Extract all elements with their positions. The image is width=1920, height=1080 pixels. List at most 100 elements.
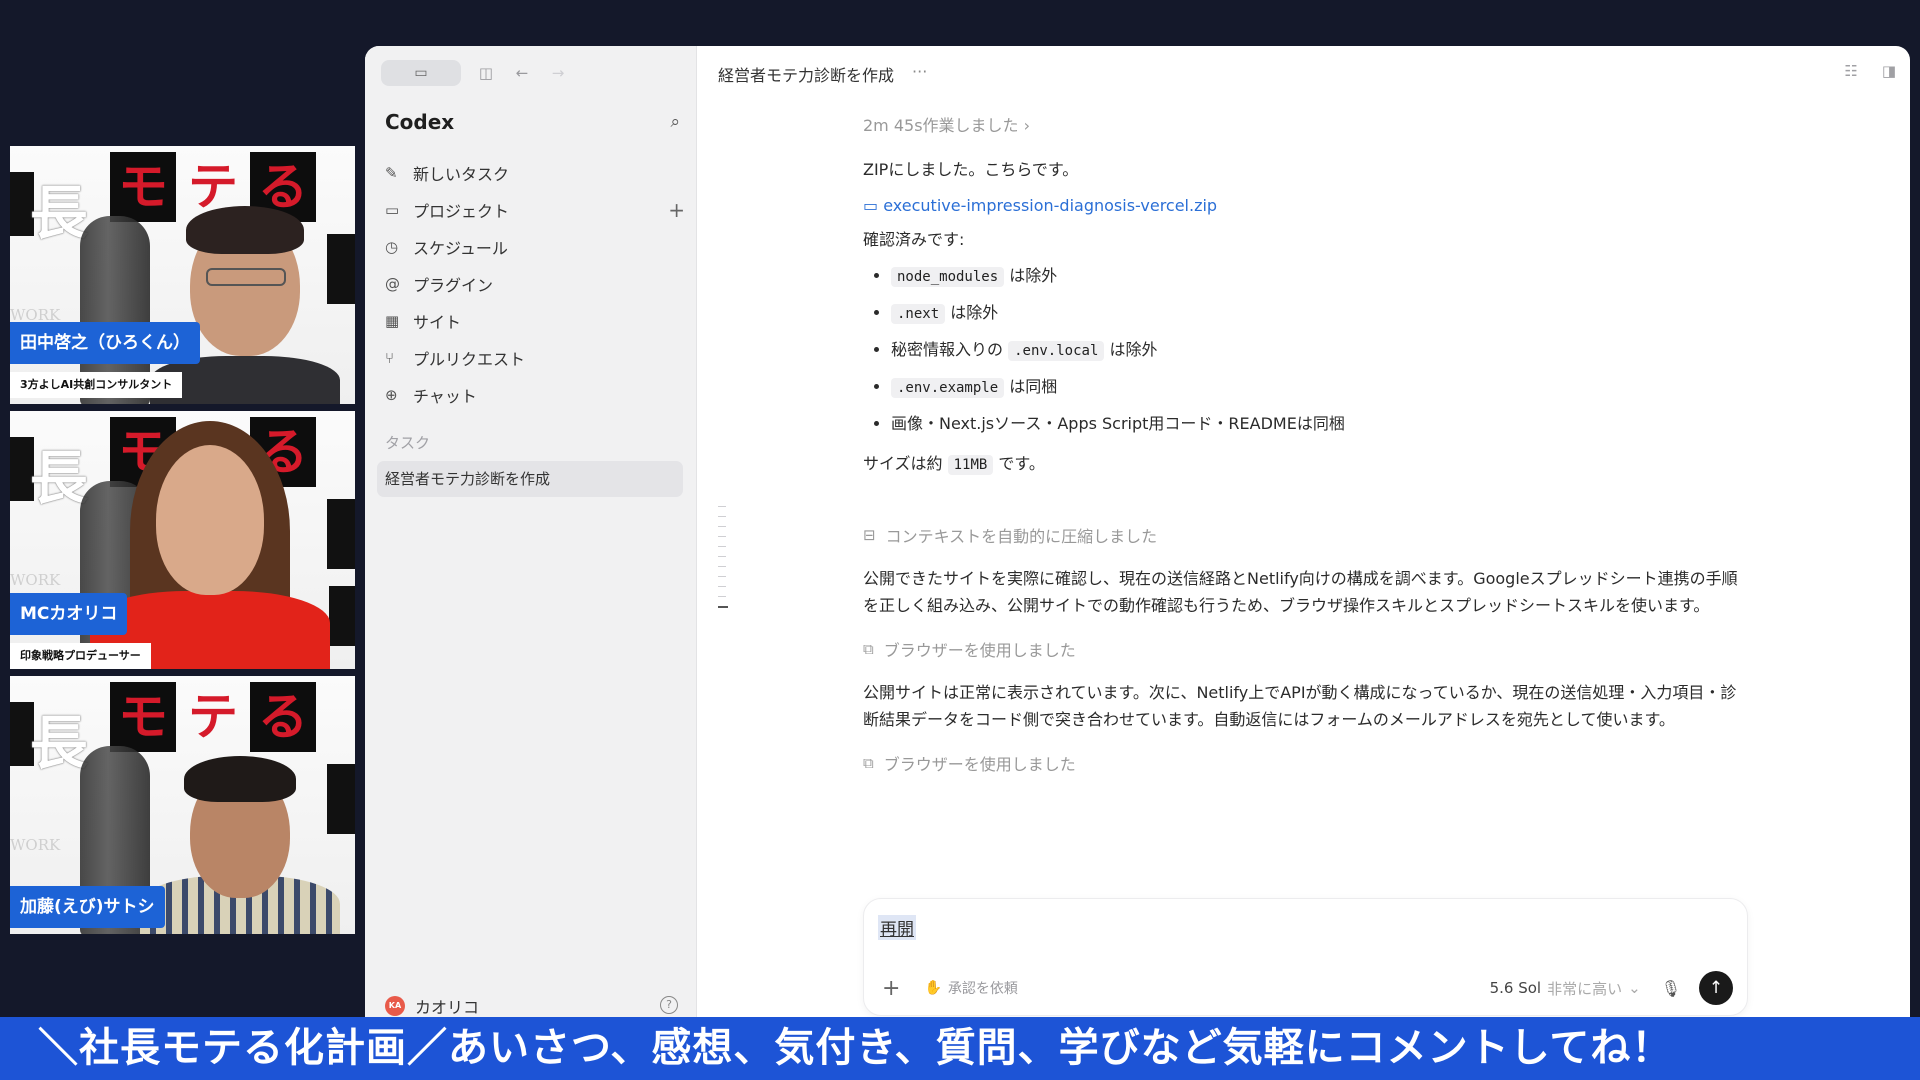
conversation: 2m 45s作業しました › ZIPにしました。こちらです。 ▭ executi… (863, 112, 1748, 775)
sidebar-item-projects[interactable]: ▭ プロジェクト + (385, 191, 685, 228)
microphone-icon[interactable]: 🎙 (1661, 979, 1681, 998)
text-span: です。 (993, 454, 1045, 473)
message-text: ZIPにしました。こちらです。 (863, 160, 1079, 179)
list-item-text: 秘密情報入りの (891, 340, 1009, 359)
edit-icon: ✎ (385, 163, 398, 182)
event-label: ブラウザーを使用しました (883, 641, 1076, 660)
sidebar-item-sites[interactable]: ▦ サイト (385, 302, 685, 339)
list-item-text: は除外 (945, 303, 999, 322)
user-name: カオリコ (415, 998, 480, 1017)
composer[interactable]: 再開 + ✋ 承認を依頼 5.6 Sol 非常に高い ⌄ 🎙 ↑ (863, 898, 1748, 1016)
list-item: node_modules は除外 (891, 257, 1748, 294)
model-name: 5.6 Sol (1489, 979, 1542, 997)
folder-icon: ▭ (863, 196, 879, 215)
sidebar-task-item[interactable]: 経営者モテ力診断を作成 (377, 461, 683, 497)
poster-block (329, 586, 355, 646)
grid-icon: ▦ (385, 311, 400, 330)
sidebar-item-label: プルリクエスト (413, 349, 526, 369)
add-attachment-icon[interactable]: + (882, 976, 900, 1001)
clock-icon: ◷ (385, 237, 399, 256)
window-switcher-button[interactable]: ▭ (381, 60, 461, 86)
participant-role: 印象戦略プロデューサー (10, 643, 151, 669)
browser-icon: ⧉ (863, 640, 874, 658)
poster-side-text: WORK (10, 836, 61, 854)
worked-duration-label: 2m 45s作業しました (863, 116, 1019, 135)
forward-arrow-icon[interactable]: → (547, 64, 569, 82)
list-item-text: は除外 (1104, 340, 1158, 359)
comment-banner: ＼社長モテる化計画／あいさつ、感想、気付き、質問、学びなど気軽にコメントしてね！ (0, 1017, 1920, 1080)
user-menu[interactable]: KA カオリコ (385, 994, 479, 1018)
file-link-label: executive-impression-diagnosis-vercel.zi… (883, 196, 1218, 215)
chevron-right-icon: › (1023, 116, 1031, 135)
arrow-up-icon: ↑ (1708, 978, 1724, 998)
sidebar-item-label: スケジュール (413, 238, 508, 258)
file-link[interactable]: ▭ executive-impression-diagnosis-vercel.… (863, 196, 1748, 215)
message-text: 確認済みです: (863, 230, 965, 249)
list-item-text: は同梱 (1004, 377, 1058, 396)
scroll-indicator[interactable] (718, 506, 730, 617)
reasoning-level: 非常に高い (1547, 979, 1623, 998)
browser-icon: ⧉ (863, 754, 874, 772)
participant-tile: 長 モ る WORK MCカオリコ 印象戦略プロデューサー (10, 411, 355, 669)
header-actions: ☷ ◨ (1844, 62, 1896, 80)
poster-kanji: 長 (30, 179, 89, 247)
poster-kanji-box: る (250, 682, 316, 752)
list-icon[interactable]: ☷ (1844, 62, 1857, 80)
thread-title: 経営者モテ力診断を作成 (718, 66, 895, 85)
tool-use-event[interactable]: ⧉ ブラウザーを使用しました (863, 751, 1748, 775)
inline-code: .next (891, 304, 946, 324)
sidebar-nav: ✎ 新しいタスク ▭ プロジェクト + ◷ スケジュール @ プラグイン ▦ サ… (385, 154, 685, 413)
inline-code: 11MB (947, 455, 994, 475)
pull-request-icon: ⑂ (385, 348, 395, 367)
poster-kanji-box: テ (188, 687, 238, 746)
sidebar-item-new-task[interactable]: ✎ 新しいタスク (385, 154, 685, 191)
more-options-icon[interactable]: ··· (912, 62, 927, 86)
composer-input[interactable]: 再開 (878, 915, 916, 940)
message-text: 公開できたサイトを実際に確認し、現在の送信経路とNetlify向けの構成を調べま… (863, 569, 1738, 615)
list-item: .next は除外 (891, 294, 1748, 331)
folder-icon: ▭ (385, 200, 400, 219)
sidebar-item-label: 新しいタスク (413, 164, 510, 184)
tool-use-event[interactable]: ⧉ ブラウザーを使用しました (863, 637, 1748, 661)
back-arrow-icon[interactable]: ← (511, 64, 533, 82)
main-header: 経営者モテ力診断を作成 ··· (718, 62, 927, 86)
chevron-down-icon: ⌄ (1628, 979, 1641, 997)
bullet-list: node_modules は除外 .next は除外 秘密情報入りの .env.… (891, 257, 1748, 442)
sidebar-item-schedule[interactable]: ◷ スケジュール (385, 228, 685, 265)
hand-icon: ✋ (924, 980, 942, 996)
main-panel: 経営者モテ力診断を作成 ··· ☷ ◨ 2m 45s作業しました › ZIPにし… (698, 46, 1910, 1046)
sidebar-item-plugins[interactable]: @ プラグイン (385, 265, 685, 302)
message-text: 公開サイトは正常に表示されています。次に、Netlify上でAPIが動く構成にな… (863, 683, 1737, 729)
list-item: .env.example は同梱 (891, 368, 1748, 405)
help-icon[interactable]: ? (660, 996, 678, 1014)
participant-name: MCカオリコ (10, 593, 128, 635)
sidebar-toolbar: ▭ ◫ ← → (381, 60, 569, 86)
compress-icon: ⊟ (863, 526, 876, 544)
sidebar-item-pull-requests[interactable]: ⑂ プルリクエスト (385, 339, 685, 376)
event-label: コンテキストを自動的に圧縮しました (885, 527, 1158, 546)
sidebar-section-tasks: タスク (385, 434, 431, 452)
sidebar-item-chat[interactable]: ⊕ チャット (385, 376, 685, 413)
send-button[interactable]: ↑ (1699, 971, 1733, 1005)
panel-toggle-icon[interactable]: ◨ (1882, 62, 1896, 80)
add-project-icon[interactable]: + (668, 198, 685, 222)
approval-mode-button[interactable]: ✋ 承認を依頼 (924, 978, 1017, 998)
inline-code: .env.local (1008, 341, 1105, 361)
app-window: ▭ ◫ ← → Codex ⌕ ✎ 新しいタスク ▭ プロジェクト + ◷ スケ… (365, 46, 1910, 1046)
chat-icon: ⊕ (385, 385, 398, 404)
inline-code: node_modules (891, 267, 1005, 287)
context-compressed-event: ⊟ コンテキストを自動的に圧縮しました (863, 523, 1748, 547)
model-selector[interactable]: 5.6 Sol 非常に高い ⌄ (1490, 978, 1641, 999)
search-icon[interactable]: ⌕ (670, 112, 680, 132)
message-text: サイズは約 11MB です。 (863, 450, 1748, 479)
participant-name: 田中啓之（ひろくん） (10, 322, 200, 364)
poster-kanji-box: モ (110, 682, 176, 752)
avatar: KA (385, 996, 405, 1016)
list-item-text: 画像・Next.jsソース・Apps Script用コード・READMEは同梱 (891, 414, 1345, 433)
worked-duration[interactable]: 2m 45s作業しました › (863, 112, 1748, 136)
list-item: 画像・Next.jsソース・Apps Script用コード・READMEは同梱 (891, 405, 1748, 442)
participant-video (140, 756, 340, 934)
sidebar-item-label: チャット (413, 386, 477, 406)
window-icon: ▭ (414, 65, 428, 81)
sidebar-toggle-icon[interactable]: ◫ (475, 64, 497, 82)
